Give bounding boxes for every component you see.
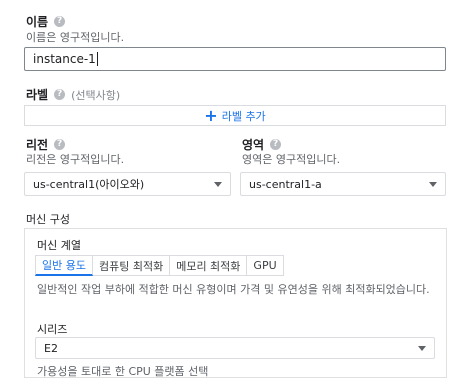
machine-config-title: 머신 구성 [26, 213, 70, 226]
help-icon[interactable]: ? [270, 139, 282, 150]
series-label: 시리즈 [37, 323, 68, 336]
name-input[interactable]: instance-1 [24, 47, 446, 71]
region-select[interactable]: us-central1(아이오와) [24, 172, 231, 196]
add-label-button[interactable]: + 라벨 추가 [24, 105, 446, 126]
labels-optional-text: (선택사항) [71, 88, 121, 102]
help-icon[interactable]: ? [54, 89, 66, 100]
add-label-button-text: 라벨 추가 [221, 109, 266, 123]
series-select-value: E2 [44, 341, 58, 355]
series-select[interactable]: E2 [35, 337, 435, 359]
labels-label-row: 라벨 ? (선택사항) [26, 86, 120, 103]
region-hint: 리전은 영구적입니다. [26, 153, 125, 166]
machine-family-label: 머신 계열 [37, 239, 81, 252]
zone-select-value: us-central1-a [249, 177, 322, 191]
chevron-down-icon [418, 345, 426, 351]
name-input-value: instance-1 [33, 52, 96, 66]
text-caret [96, 52, 98, 66]
series-hint: 가용성을 토대로 한 CPU 플랫폼 선택 [37, 365, 209, 378]
zone-select[interactable]: us-central1-a [240, 172, 446, 196]
tab-general-purpose[interactable]: 일반 용도 [35, 255, 93, 276]
chevron-down-icon [214, 181, 222, 187]
labels-label: 라벨 [26, 88, 49, 102]
region-select-value: us-central1(아이오와) [33, 178, 145, 191]
machine-family-description: 일반적인 작업 부하에 적합한 머신 유형이며 가격 및 유연성을 위해 최적화… [37, 283, 430, 296]
machine-family-card: 머신 계열 일반 용도 컴퓨팅 최적화 메모리 최적화 GPU 일반적인 작업 … [24, 228, 447, 378]
tab-gpu[interactable]: GPU [247, 255, 284, 276]
tab-compute-optimized[interactable]: 컴퓨팅 최적화 [92, 255, 171, 276]
machine-family-tabs: 일반 용도 컴퓨팅 최적화 메모리 최적화 GPU [35, 255, 284, 276]
name-label-row: 이름 ? [26, 13, 66, 30]
tab-memory-optimized[interactable]: 메모리 최적화 [170, 255, 248, 276]
help-icon[interactable]: ? [54, 139, 66, 150]
zone-hint: 영역은 영구적입니다. [242, 153, 341, 166]
chevron-down-icon [429, 181, 437, 187]
plus-icon: + [204, 105, 218, 125]
name-hint: 이름은 영구적입니다. [26, 31, 125, 44]
help-icon[interactable]: ? [54, 16, 66, 27]
name-label: 이름 [26, 15, 49, 29]
